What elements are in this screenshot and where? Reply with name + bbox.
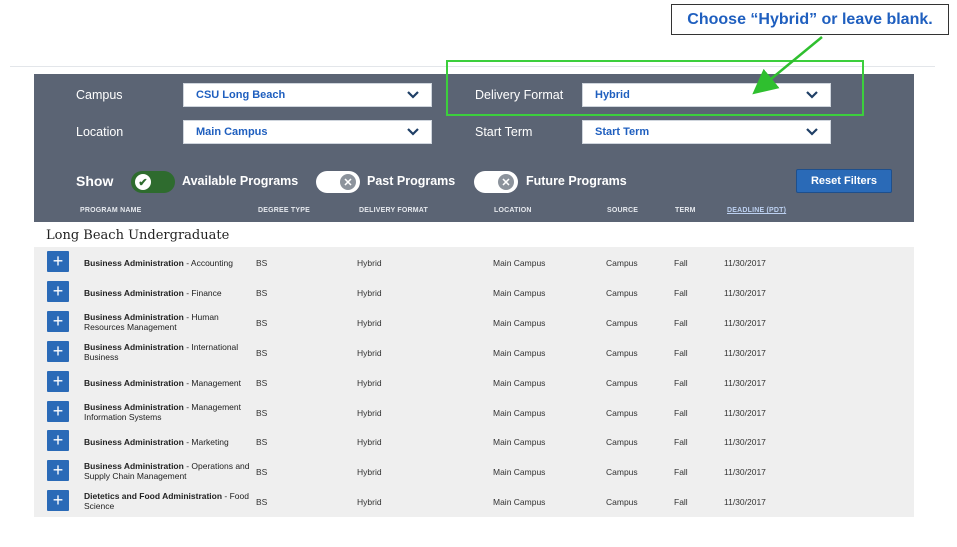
callout-arrow-icon xyxy=(752,36,823,95)
